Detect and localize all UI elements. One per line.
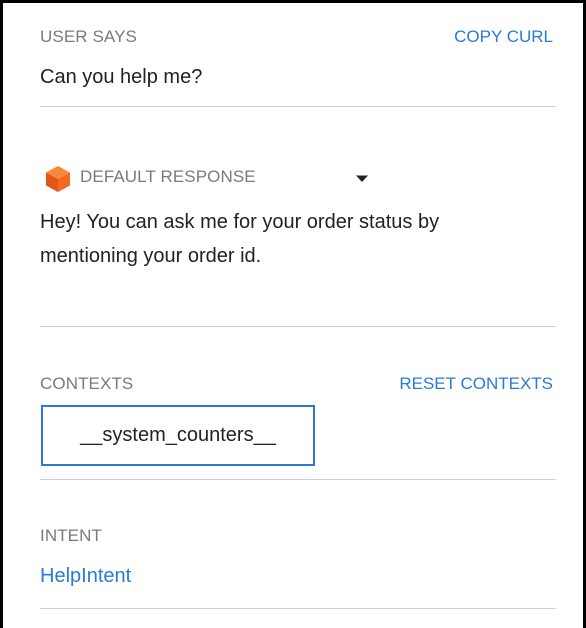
cube-icon: [46, 166, 70, 192]
context-chip-label: __system_counters__: [80, 424, 276, 446]
copy-curl-button[interactable]: COPY CURL: [454, 27, 553, 47]
context-chip[interactable]: __system_counters__: [41, 405, 315, 466]
user-query-text: Can you help me?: [40, 66, 203, 88]
divider: [40, 326, 556, 327]
intent-label: INTENT: [40, 526, 102, 545]
caret-down-icon[interactable]: [355, 174, 369, 183]
response-text-line-2: mentioning your order id.: [40, 245, 262, 267]
user-says-label: USER SAYS: [40, 27, 137, 46]
reset-contexts-button[interactable]: RESET CONTEXTS: [399, 374, 553, 394]
response-text-line-1: Hey! You can ask me for your order statu…: [40, 211, 440, 233]
default-response-label: DEFAULT RESPONSE: [80, 167, 256, 186]
intent-name-link[interactable]: HelpIntent: [40, 565, 131, 588]
divider: [40, 479, 556, 480]
contexts-label: CONTEXTS: [40, 374, 134, 393]
divider: [40, 106, 556, 107]
simulator-panel: USER SAYS COPY CURL Can you help me? DEF…: [0, 0, 586, 628]
divider: [40, 608, 556, 609]
